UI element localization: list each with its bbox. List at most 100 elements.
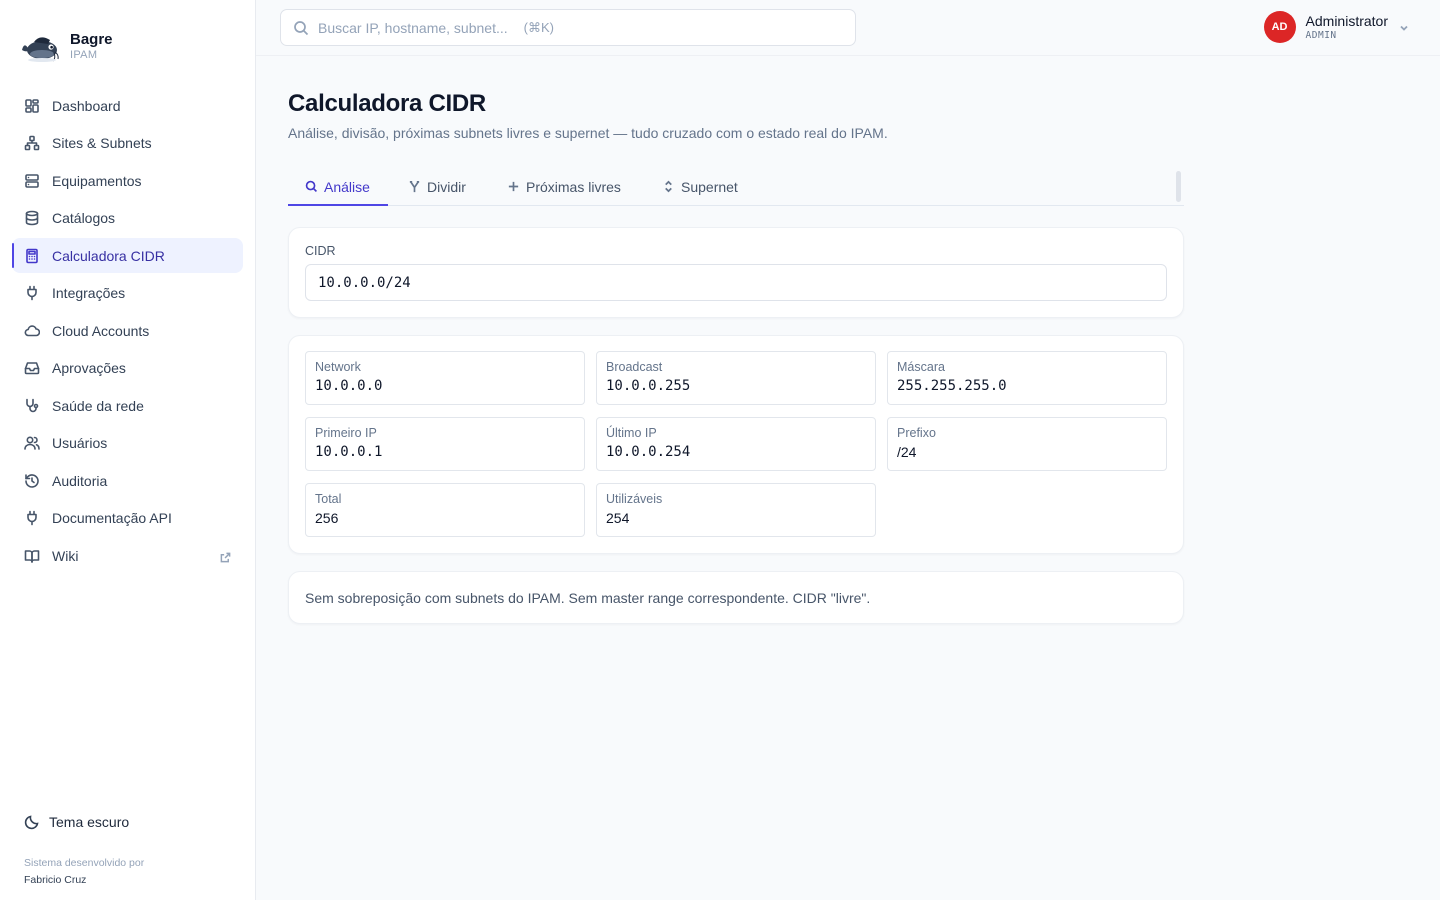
tab-label: Supernet (681, 178, 738, 195)
sidebar-nav: Dashboard Sites & Subnets Equipamentos C… (12, 88, 243, 576)
book-icon (24, 548, 40, 564)
cidr-label: CIDR (305, 244, 336, 258)
sidebar-item-label: Catálogos (52, 210, 116, 226)
catfish-logo-icon (22, 37, 59, 62)
sidebar-item-dashboard[interactable]: Dashboard (12, 88, 243, 123)
sidebar-item-label: Sites & Subnets (52, 135, 152, 151)
stethoscope-icon (24, 398, 40, 414)
sidebar-item-label: Usuários (52, 435, 108, 451)
tab-label: Análise (324, 178, 370, 195)
sidebar-item-catalogos[interactable]: Catálogos (12, 201, 243, 236)
search-input[interactable]: Buscar IP, hostname, subnet... (⌘K) (280, 9, 856, 46)
result-ultimo-ip: Último IP 10.0.0.254 (596, 417, 876, 471)
external-link-icon (220, 550, 231, 563)
avatar: AD (1263, 11, 1296, 43)
sidebar-item-cloud-accounts[interactable]: Cloud Accounts (12, 313, 243, 348)
user-name: Administrator (1305, 12, 1388, 29)
sidebar-item-aprovacoes[interactable]: Aprovações (12, 351, 243, 386)
sidebar-item-label: Cloud Accounts (52, 322, 150, 339)
brand-name: Bagre (70, 30, 113, 48)
result-value: 256 (315, 510, 339, 526)
sidebar-item-label: Documentação API (52, 510, 172, 526)
sidebar-item-label: Auditoria (52, 472, 108, 489)
cidr-input-card: CIDR (288, 227, 1184, 318)
sidebar-item-integracoes[interactable]: Integrações (12, 276, 243, 311)
result-prefixo: Prefixo /24 (887, 417, 1167, 471)
sidebar-item-label: Saúde da rede (52, 397, 144, 414)
credit-text: Sistema desenvolvido por (24, 857, 145, 869)
tab-label: Dividir (427, 178, 466, 195)
user-menu[interactable]: AD Administrator ADMIN (1263, 11, 1410, 43)
sidebar: Bagre IPAM Dashboard Sites & Subnets Equ… (0, 0, 256, 900)
tabs-scrollbar[interactable] (1176, 171, 1181, 202)
result-label: Prefixo (897, 426, 936, 440)
tab-bar: Análise Dividir Próximas livres Supernet (288, 168, 1184, 206)
result-value: /24 (897, 444, 917, 460)
overlap-note: Sem sobreposição com subnets do IPAM. Se… (305, 590, 871, 606)
sidebar-item-sites-subnets[interactable]: Sites & Subnets (12, 126, 243, 161)
result-label: Último IP (606, 426, 657, 440)
theme-toggle[interactable]: Tema escuro (24, 814, 129, 830)
page-title: Calculadora CIDR (288, 90, 486, 117)
users-icon (24, 435, 40, 451)
search-placeholder: Buscar IP, hostname, subnet... (318, 19, 508, 36)
result-label: Total (315, 492, 342, 506)
cloud-icon (24, 323, 40, 339)
result-label: Utilizáveis (606, 492, 663, 506)
user-role: ADMIN (1305, 29, 1337, 41)
database-icon (24, 210, 40, 226)
plug-icon (24, 510, 40, 526)
brand[interactable]: Bagre IPAM (20, 28, 113, 64)
history-icon (24, 473, 40, 489)
result-broadcast: Broadcast 10.0.0.255 (596, 351, 876, 405)
result-label: Primeiro IP (315, 426, 377, 440)
cidr-input[interactable] (305, 264, 1167, 301)
tab-label: Próximas livres (526, 178, 621, 195)
sidebar-item-usuarios[interactable]: Usuários (12, 426, 243, 461)
plus-icon (508, 181, 519, 192)
credit-author: Fabricio Cruz (24, 874, 87, 886)
search-icon (294, 20, 309, 35)
result-value: 10.0.0.1 (315, 444, 383, 460)
sidebar-item-label: Aprovações (52, 360, 126, 376)
tab-dividir[interactable]: Dividir (408, 168, 466, 205)
result-label: Broadcast (606, 360, 663, 374)
calculator-icon (24, 248, 40, 264)
sidebar-item-equipamentos[interactable]: Equipamentos (12, 163, 243, 198)
sidebar-item-label: Wiki (52, 547, 79, 564)
theme-toggle-label: Tema escuro (49, 814, 130, 830)
results-card: Network 10.0.0.0 Broadcast 10.0.0.255 Má… (288, 335, 1184, 554)
split-icon (409, 181, 420, 193)
overlap-note-card: Sem sobreposição com subnets do IPAM. Se… (288, 571, 1184, 624)
tab-supernet[interactable]: Supernet (662, 168, 738, 205)
sidebar-item-label: Dashboard (52, 97, 121, 114)
topbar: Buscar IP, hostname, subnet... (⌘K) AD A… (256, 0, 1440, 56)
server-icon (24, 173, 40, 189)
sidebar-item-documentacao-api[interactable]: Documentação API (12, 501, 243, 536)
result-label: Máscara (897, 360, 945, 374)
tab-analise[interactable]: Análise (288, 168, 388, 206)
moon-icon (24, 815, 39, 830)
search-shortcut: (⌘K) (523, 19, 554, 35)
inbox-icon (24, 360, 40, 376)
sidebar-item-calculadora-cidr[interactable]: Calculadora CIDR (12, 238, 243, 273)
sitemap-icon (24, 135, 40, 151)
sidebar-item-saude-rede[interactable]: Saúde da rede (12, 388, 243, 423)
dashboard-icon (24, 98, 40, 114)
chevron-down-icon (1398, 21, 1410, 33)
result-mascara: Máscara 255.255.255.0 (887, 351, 1167, 405)
chevrons-updown-icon (665, 180, 672, 193)
result-utilizaveis: Utilizáveis 254 (596, 483, 876, 537)
result-value: 10.0.0.254 (606, 444, 691, 460)
brand-subtitle: IPAM (70, 48, 98, 61)
tab-proximas-livres[interactable]: Próximas livres (507, 168, 621, 205)
result-value: 255.255.255.0 (897, 378, 1007, 394)
result-value: 254 (606, 510, 630, 526)
result-total: Total 256 (305, 483, 585, 537)
sidebar-item-label: Equipamentos (52, 172, 142, 189)
sidebar-item-wiki[interactable]: Wiki (12, 538, 243, 573)
sidebar-item-auditoria[interactable]: Auditoria (12, 463, 243, 498)
result-primeiro-ip: Primeiro IP 10.0.0.1 (305, 417, 585, 471)
result-network: Network 10.0.0.0 (305, 351, 585, 405)
sidebar-item-label: Integrações (52, 285, 126, 301)
